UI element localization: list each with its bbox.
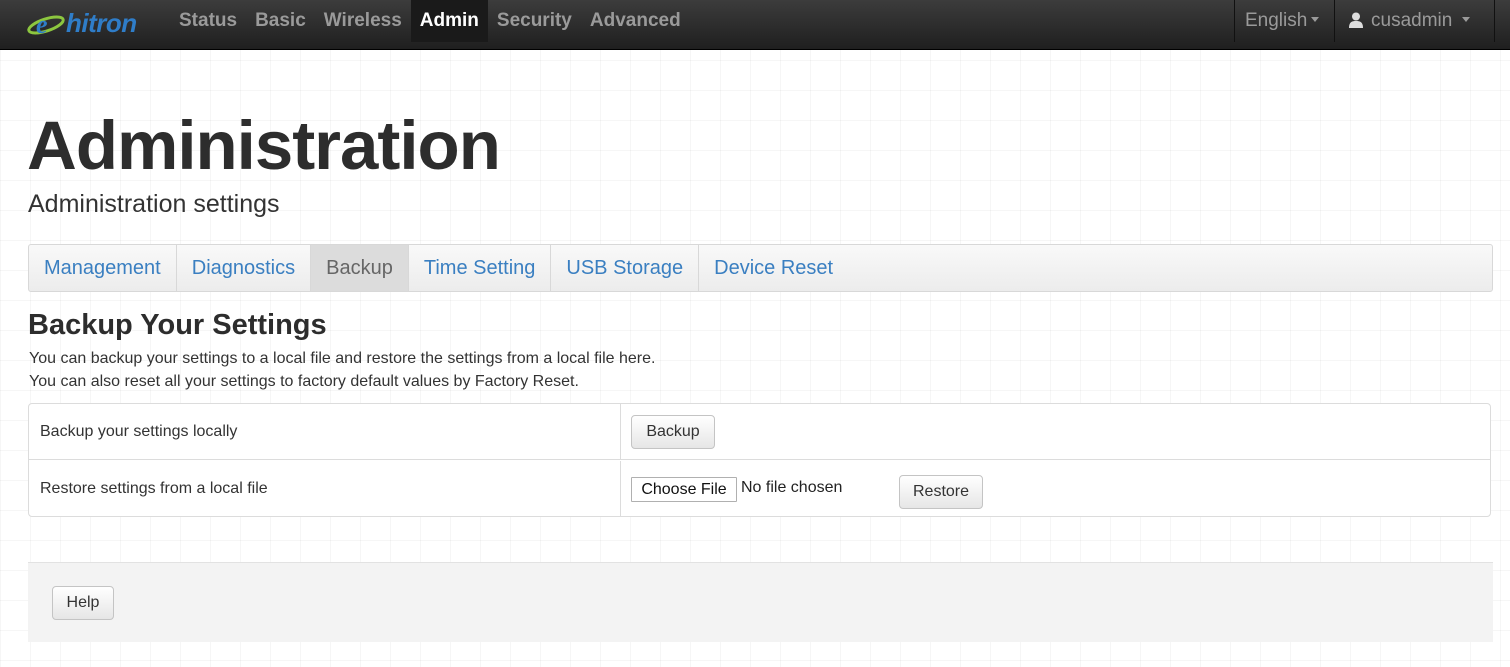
nav-basic[interactable]: Basic [246,0,315,42]
nav-admin[interactable]: Admin [410,0,488,42]
page-footer: Help [28,562,1493,642]
tab-time-setting[interactable]: Time Setting [409,245,552,291]
nav-security[interactable]: Security [488,0,581,42]
hitron-logo[interactable]: e hitron [26,8,148,38]
page-subtitle: Administration settings [28,190,280,218]
backup-settings-table: Backup your settings locally Backup Rest… [28,403,1491,517]
tab-usb-storage[interactable]: USB Storage [551,245,700,291]
file-status-text: No file chosen [741,479,843,496]
tab-backup[interactable]: Backup [311,245,409,291]
table-row: Backup your settings locally Backup [29,404,1490,460]
tab-diagnostics[interactable]: Diagnostics [177,245,312,291]
username: cusadmin [1371,10,1453,31]
svg-text:e: e [36,10,48,38]
table-row: Restore settings from a local file Choos… [29,461,1490,517]
section-description: You can also reset all your settings to … [29,373,579,390]
column-divider [620,404,621,460]
choose-file-button[interactable]: Choose File [631,477,737,502]
main-nav: Status Basic Wireless Admin Security Adv… [170,0,690,50]
help-button[interactable]: Help [52,586,114,620]
brand-name: hitron [66,8,137,38]
language-dropdown[interactable]: English [1234,0,1334,42]
tab-device-reset[interactable]: Device Reset [699,245,848,291]
section-title: Backup Your Settings [28,309,327,341]
restore-label: Restore settings from a local file [40,480,268,497]
restore-button[interactable]: Restore [899,475,983,509]
tab-management[interactable]: Management [29,245,177,291]
user-icon [1349,12,1363,28]
nav-edge [1494,0,1510,42]
section-description: You can backup your settings to a local … [29,350,656,367]
language-label: English [1245,10,1308,31]
chevron-down-icon [1462,17,1471,23]
nav-advanced[interactable]: Advanced [581,0,690,42]
nav-right: English cusadmin [1234,0,1510,50]
logo-swoosh-icon: e [27,10,65,38]
top-navbar: e hitron Status Basic Wireless Admin Sec… [0,0,1510,50]
nav-status[interactable]: Status [170,0,246,42]
admin-tabs: Management Diagnostics Backup Time Setti… [28,244,1493,292]
column-divider [620,461,621,517]
chevron-down-icon [1311,17,1320,23]
user-dropdown[interactable]: cusadmin [1334,0,1494,42]
nav-wireless[interactable]: Wireless [315,0,411,42]
page-title: Administration [27,107,501,184]
backup-button[interactable]: Backup [631,415,715,449]
backup-label: Backup your settings locally [40,423,238,440]
